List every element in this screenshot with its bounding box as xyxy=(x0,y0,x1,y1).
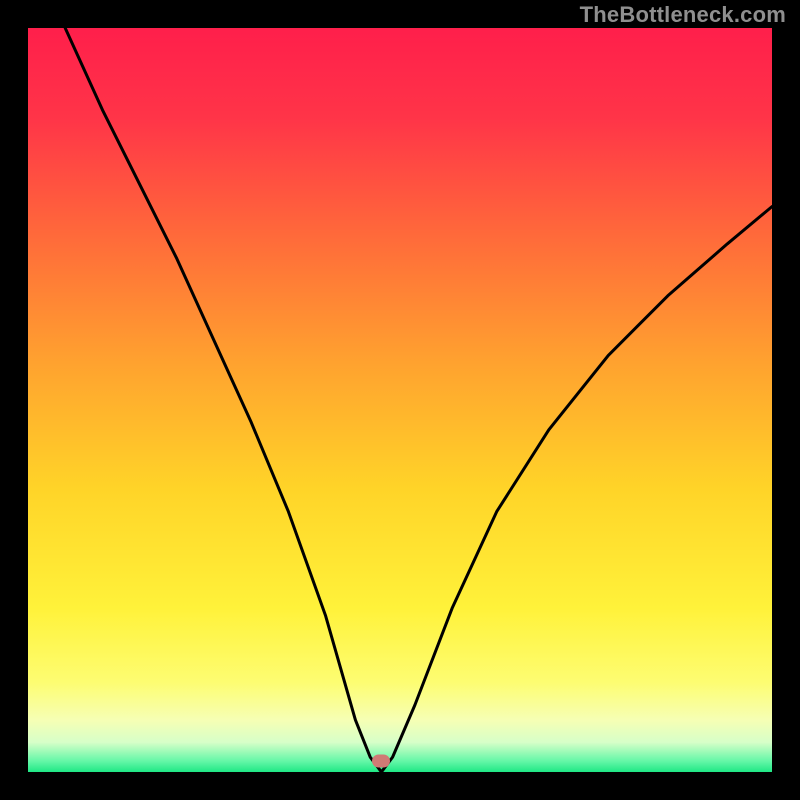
bottleneck-curve xyxy=(28,28,772,772)
outer-frame: TheBottleneck.com xyxy=(0,0,800,800)
plot-area xyxy=(28,28,772,772)
optimal-point-marker xyxy=(372,754,390,767)
watermark-text: TheBottleneck.com xyxy=(580,2,786,28)
